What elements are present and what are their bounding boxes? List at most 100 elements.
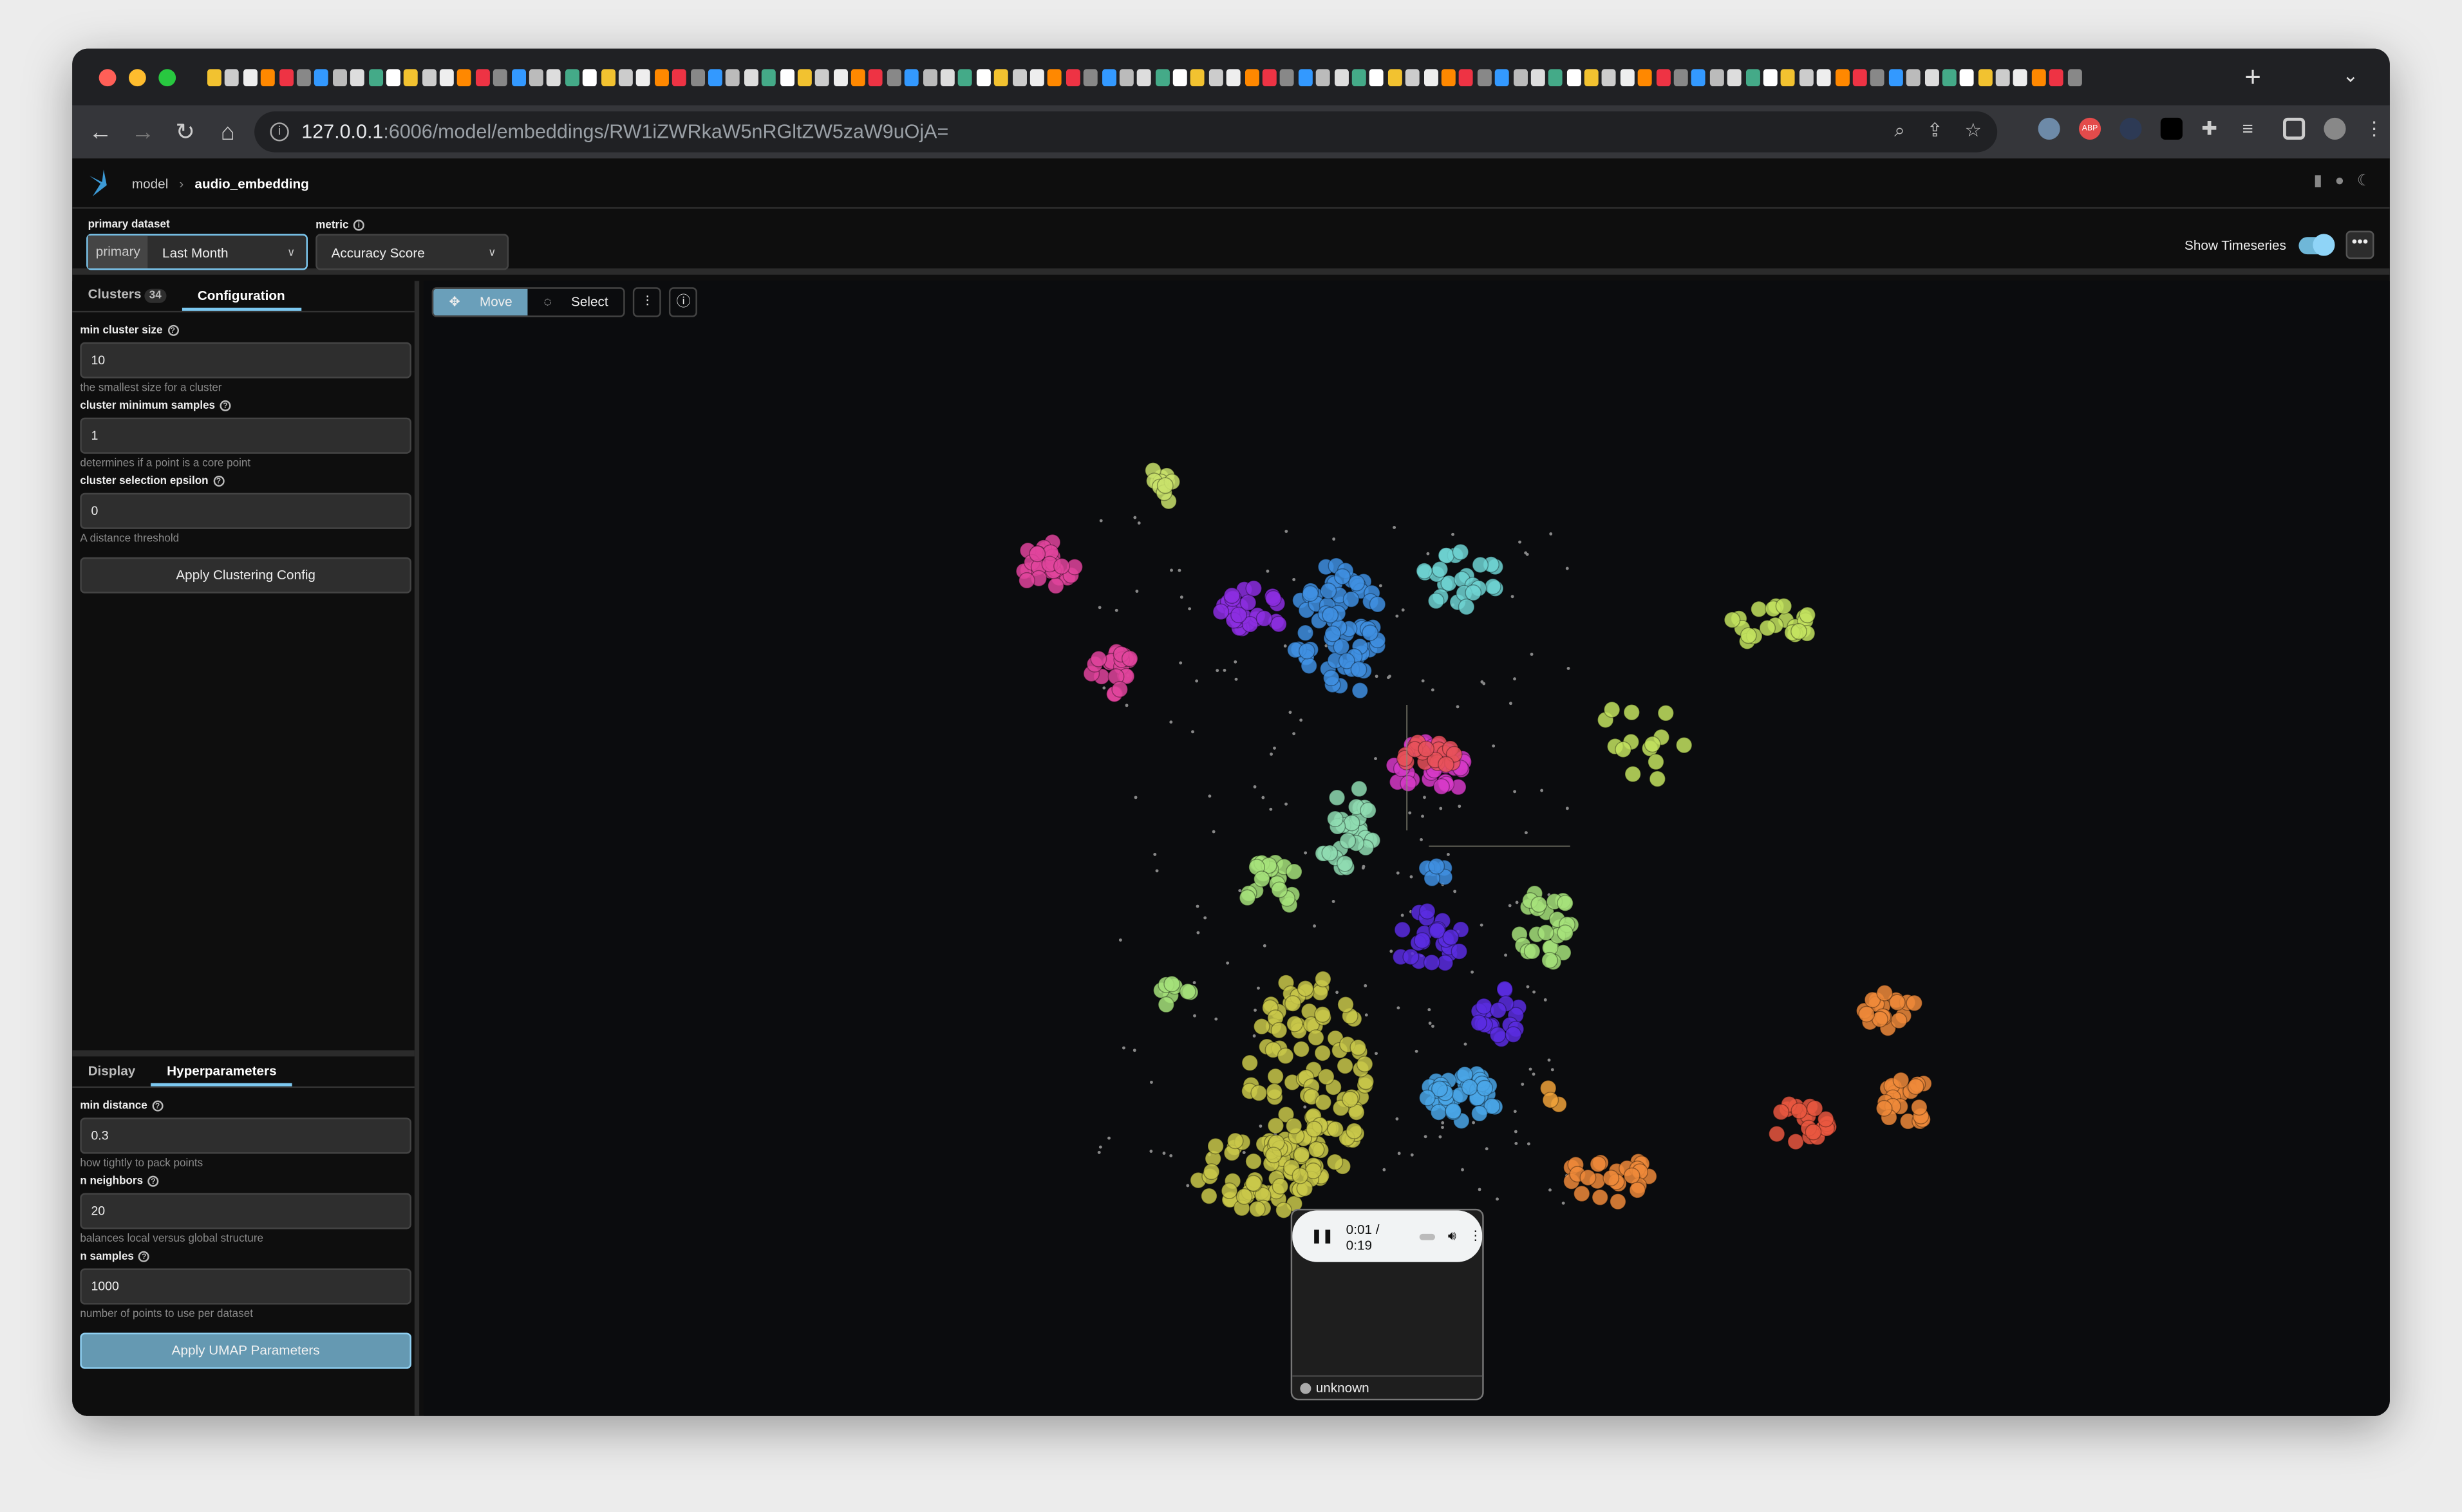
embedding-point[interactable] bbox=[1806, 1100, 1823, 1117]
embedding-point[interactable] bbox=[1423, 954, 1440, 971]
noise-point[interactable] bbox=[1528, 1067, 1532, 1071]
tab-favicon-icon[interactable] bbox=[1459, 68, 1474, 86]
embedding-point[interactable] bbox=[1271, 881, 1288, 899]
noise-point[interactable] bbox=[1382, 1168, 1386, 1171]
embedding-point[interactable] bbox=[1438, 756, 1454, 773]
noise-point[interactable] bbox=[1288, 711, 1292, 714]
tab-favicon-icon[interactable] bbox=[1978, 68, 1993, 86]
embedding-point[interactable] bbox=[1579, 1169, 1597, 1186]
noise-point[interactable] bbox=[1458, 805, 1461, 808]
noise-point[interactable] bbox=[1389, 949, 1393, 953]
tab-favicon-icon[interactable] bbox=[1334, 68, 1348, 86]
embedding-point[interactable] bbox=[1624, 765, 1642, 783]
tab-favicon-icon[interactable] bbox=[1620, 68, 1635, 86]
volume-icon[interactable]: 🔊︎ bbox=[1448, 1227, 1456, 1245]
embedding-point[interactable] bbox=[1334, 568, 1351, 585]
n-samples-input[interactable]: 1000 bbox=[80, 1268, 411, 1305]
embedding-point[interactable] bbox=[1277, 1047, 1294, 1065]
noise-point[interactable] bbox=[1439, 807, 1443, 810]
embedding-point[interactable] bbox=[1317, 1068, 1335, 1085]
tab-favicon-icon[interactable] bbox=[1924, 68, 1939, 86]
embedding-point[interactable] bbox=[1557, 924, 1574, 942]
embedding-point[interactable] bbox=[1649, 770, 1666, 787]
help-icon[interactable]: ? bbox=[147, 1175, 159, 1187]
noise-point[interactable] bbox=[1242, 1151, 1246, 1155]
noise-point[interactable] bbox=[1335, 991, 1339, 994]
tab-favicon-icon[interactable] bbox=[762, 68, 776, 86]
apply-clustering-config-button[interactable]: Apply Clustering Config bbox=[80, 557, 411, 593]
embedding-point[interactable] bbox=[1472, 556, 1489, 574]
tab-favicon-icon[interactable] bbox=[1566, 68, 1581, 86]
embedding-point[interactable] bbox=[1336, 855, 1353, 872]
embedding-point[interactable] bbox=[1476, 1079, 1494, 1097]
tab-favicon-icon[interactable] bbox=[905, 68, 919, 86]
tab-favicon-icon[interactable] bbox=[547, 68, 561, 86]
embedding-point[interactable] bbox=[1875, 1099, 1893, 1117]
tab-favicon-icon[interactable] bbox=[976, 68, 991, 86]
tab-favicon-icon[interactable] bbox=[1960, 68, 1975, 86]
embedding-point[interactable] bbox=[1179, 983, 1196, 1000]
noise-point[interactable] bbox=[1540, 789, 1544, 792]
embedding-point[interactable] bbox=[1910, 1099, 1928, 1116]
noise-point[interactable] bbox=[1400, 913, 1404, 917]
noise-point[interactable] bbox=[1424, 1135, 1427, 1139]
embedding-point[interactable] bbox=[1301, 657, 1318, 675]
tab-favicon-icon[interactable] bbox=[887, 68, 901, 86]
embedding-point[interactable] bbox=[1787, 1133, 1805, 1150]
noise-point[interactable] bbox=[1169, 1154, 1173, 1157]
help-icon[interactable]: ? bbox=[138, 1251, 150, 1262]
help-icon[interactable]: ? bbox=[212, 475, 225, 487]
embedding-point[interactable] bbox=[1326, 810, 1344, 828]
noise-point[interactable] bbox=[1186, 1184, 1190, 1188]
tab-favicon-icon[interactable] bbox=[1817, 68, 1832, 86]
noise-point[interactable] bbox=[1397, 1152, 1401, 1155]
embedding-point[interactable] bbox=[1505, 1026, 1522, 1043]
tab-clusters[interactable]: Clusters 34 bbox=[72, 286, 182, 311]
embedding-point[interactable] bbox=[1248, 1200, 1266, 1218]
tab-favicon-icon[interactable] bbox=[690, 68, 704, 86]
noise-point[interactable] bbox=[1441, 1126, 1444, 1129]
settings-sliders-icon[interactable]: ⫶ bbox=[633, 287, 662, 317]
pinned-tabs[interactable] bbox=[207, 68, 2217, 86]
reading-list-icon[interactable]: ≡ bbox=[2242, 118, 2264, 140]
noise-point[interactable] bbox=[1401, 608, 1405, 612]
embedding-point[interactable] bbox=[1302, 585, 1319, 602]
embedding-point[interactable] bbox=[1343, 814, 1360, 832]
embedding-point[interactable] bbox=[1541, 951, 1558, 969]
tab-favicon-icon[interactable] bbox=[2067, 68, 2081, 86]
extension-icon[interactable] bbox=[2160, 117, 2183, 140]
site-info-icon[interactable]: i bbox=[270, 122, 289, 142]
noise-point[interactable] bbox=[1118, 938, 1122, 942]
embedding-point[interactable] bbox=[1245, 580, 1263, 597]
noise-point[interactable] bbox=[1527, 1142, 1530, 1146]
noise-point[interactable] bbox=[1543, 998, 1547, 1002]
embedding-point[interactable] bbox=[1314, 1006, 1331, 1023]
tab-favicon-icon[interactable] bbox=[797, 68, 812, 86]
embedding-point[interactable] bbox=[1644, 736, 1661, 753]
noise-point[interactable] bbox=[1273, 746, 1276, 750]
noise-point[interactable] bbox=[1313, 924, 1317, 928]
embedding-point[interactable] bbox=[1458, 598, 1475, 615]
maximize-window-button[interactable] bbox=[158, 68, 176, 86]
embedding-point[interactable] bbox=[1270, 615, 1287, 633]
embedding-point[interactable] bbox=[1267, 1117, 1284, 1134]
tab-favicon-icon[interactable] bbox=[1190, 68, 1205, 86]
noise-point[interactable] bbox=[1526, 985, 1530, 989]
noise-point[interactable] bbox=[1179, 595, 1183, 599]
tab-favicon-icon[interactable] bbox=[1011, 68, 1026, 86]
tab-favicon-icon[interactable] bbox=[1727, 68, 1742, 86]
embedding-point[interactable] bbox=[1471, 1105, 1488, 1122]
noise-point[interactable] bbox=[1193, 1014, 1196, 1018]
noise-point[interactable] bbox=[1223, 668, 1226, 672]
tab-favicon-icon[interactable] bbox=[1638, 68, 1653, 86]
tab-favicon-icon[interactable] bbox=[708, 68, 722, 86]
embedding-point[interactable] bbox=[1675, 736, 1693, 754]
noise-point[interactable] bbox=[1125, 704, 1129, 707]
noise-point[interactable] bbox=[1191, 730, 1194, 734]
tab-favicon-icon[interactable] bbox=[1584, 68, 1599, 86]
noise-point[interactable] bbox=[1234, 660, 1237, 664]
embedding-point[interactable] bbox=[1452, 543, 1469, 561]
embedding-point[interactable] bbox=[1430, 1104, 1447, 1121]
tab-favicon-icon[interactable] bbox=[386, 68, 400, 86]
noise-point[interactable] bbox=[1393, 526, 1396, 529]
